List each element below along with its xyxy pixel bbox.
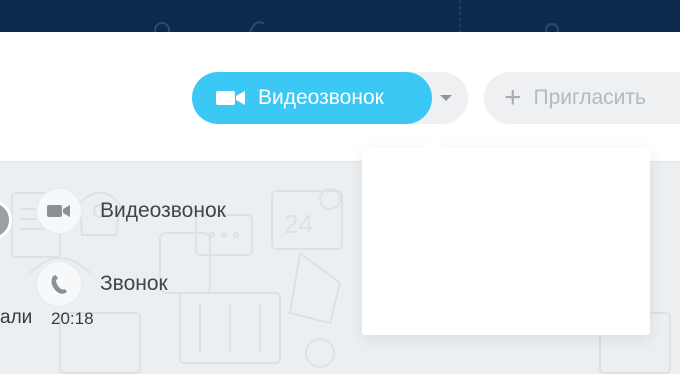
- phone-icon: [36, 261, 82, 307]
- invite-button[interactable]: + Пригласить: [484, 72, 680, 124]
- camera-icon: [216, 88, 246, 108]
- message-time: 20:18: [51, 309, 94, 328]
- topbar-decoration: [154, 0, 559, 32]
- invite-label: Пригласить: [533, 86, 646, 109]
- top-bar: [0, 0, 680, 32]
- svg-text:24: 24: [284, 209, 313, 239]
- menu-item-call[interactable]: Звонок: [36, 260, 168, 308]
- caret-down-icon: [440, 95, 452, 101]
- message-author: али: [0, 307, 33, 328]
- plus-icon: +: [504, 81, 522, 114]
- menu-item-video-call[interactable]: Видеозвонок: [36, 187, 226, 235]
- video-call-split-button: Видеозвонок: [192, 72, 468, 124]
- call-options-menu: [362, 139, 650, 335]
- video-call-button[interactable]: Видеозвонок: [192, 72, 432, 124]
- menu-item-label: Видеозвонок: [100, 199, 226, 222]
- camera-icon: [36, 188, 82, 234]
- video-call-label: Видеозвонок: [258, 86, 384, 109]
- chat-window: Видеозвонок + Пригласить 24 али 20:18 Ви…: [0, 0, 680, 374]
- menu-item-label: Звонок: [100, 272, 168, 295]
